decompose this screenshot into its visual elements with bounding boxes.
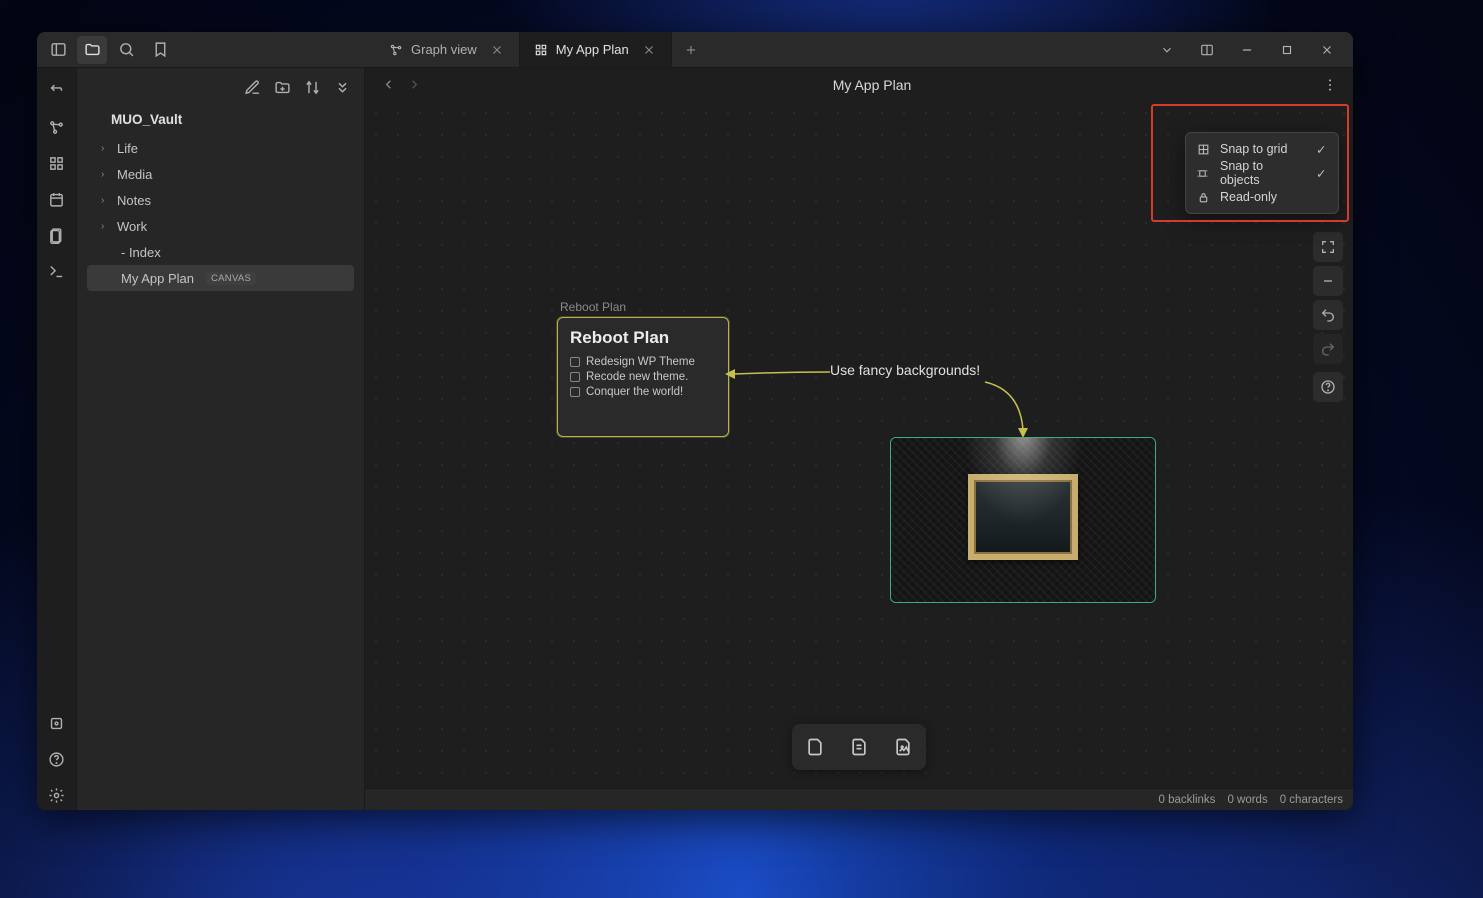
task-item[interactable]: Redesign WP Theme xyxy=(570,356,716,368)
folder-media[interactable]: ›Media xyxy=(87,161,354,187)
canvas-area[interactable]: Reboot Plan Reboot Plan Redesign WP Them… xyxy=(365,102,1353,788)
sidebar-toggle-icon[interactable] xyxy=(43,36,73,64)
folder-notes[interactable]: ›Notes xyxy=(87,187,354,213)
tab-label: Graph view xyxy=(411,42,477,57)
task-item[interactable]: Conquer the world! xyxy=(570,386,716,398)
minimize-button[interactable] xyxy=(1227,32,1267,68)
note-title: Reboot Plan xyxy=(570,328,716,348)
close-icon[interactable] xyxy=(641,42,657,58)
redo-button[interactable] xyxy=(1313,334,1343,364)
new-folder-icon[interactable] xyxy=(268,73,296,101)
canvas-icon[interactable] xyxy=(42,148,72,178)
file-my-app-plan[interactable]: My App Plan CANVAS xyxy=(87,265,354,291)
canvas-tag: CANVAS xyxy=(206,272,256,285)
left-ribbon xyxy=(37,68,77,810)
tab-my-app-plan[interactable]: My App Plan xyxy=(520,32,672,67)
graph-icon[interactable] xyxy=(42,112,72,142)
more-options-button[interactable] xyxy=(1317,72,1343,98)
split-view-icon[interactable] xyxy=(1187,32,1227,68)
close-icon[interactable] xyxy=(489,42,505,58)
file-index[interactable]: - Index xyxy=(87,239,354,265)
canvas-help-button[interactable] xyxy=(1313,372,1343,402)
menu-snap-to-grid[interactable]: Snap to grid ✓ xyxy=(1186,137,1338,161)
add-tab-button[interactable] xyxy=(676,35,706,65)
add-media-button[interactable] xyxy=(886,730,920,764)
task-item[interactable]: Recode new theme. xyxy=(570,371,716,383)
canvas-toolbar xyxy=(792,724,926,770)
add-note-button[interactable] xyxy=(842,730,876,764)
vault-icon[interactable] xyxy=(42,708,72,738)
canvas-image-card[interactable]: art_frame.png xyxy=(890,437,1156,603)
sort-icon[interactable] xyxy=(298,73,326,101)
command-palette-icon[interactable] xyxy=(42,256,72,286)
document-title[interactable]: My App Plan xyxy=(427,77,1317,93)
titlebar: Graph view My App Plan xyxy=(37,32,1353,68)
grid-icon xyxy=(1196,143,1210,156)
bookmark-icon[interactable] xyxy=(145,36,175,64)
folder-work[interactable]: ›Work xyxy=(87,213,354,239)
backlinks-count[interactable]: 0 backlinks xyxy=(1159,794,1216,806)
nav-forward-button[interactable] xyxy=(401,72,427,98)
quick-switcher-icon[interactable] xyxy=(42,76,72,106)
new-note-icon[interactable] xyxy=(238,73,266,101)
undo-button[interactable] xyxy=(1313,300,1343,330)
collapse-icon[interactable] xyxy=(328,73,356,101)
menu-snap-to-objects[interactable]: Snap to objects ✓ xyxy=(1186,161,1338,185)
tab-label: My App Plan xyxy=(556,42,629,57)
check-icon: ✓ xyxy=(1316,142,1328,157)
canvas-options-popup: Snap to grid ✓ Snap to objects ✓ Read-on… xyxy=(1185,132,1339,214)
daily-note-icon[interactable] xyxy=(42,184,72,214)
words-count[interactable]: 0 words xyxy=(1227,794,1267,806)
app-window: Graph view My App Plan xyxy=(37,32,1353,810)
canvas-note-card[interactable]: Reboot Plan Reboot Plan Redesign WP Them… xyxy=(557,317,729,437)
dropdown-icon[interactable] xyxy=(1147,32,1187,68)
tab-graph-view[interactable]: Graph view xyxy=(375,32,520,67)
tab-bar: Graph view My App Plan xyxy=(375,32,1147,67)
add-card-button[interactable] xyxy=(798,730,832,764)
file-explorer: MUO_Vault ›Life ›Media ›Notes ›Work - In… xyxy=(77,68,365,810)
menu-read-only[interactable]: Read-only xyxy=(1186,185,1338,209)
search-icon[interactable] xyxy=(111,36,141,64)
card-label: Reboot Plan xyxy=(560,300,626,314)
folder-life[interactable]: ›Life xyxy=(87,135,354,161)
settings-icon[interactable] xyxy=(42,780,72,810)
canvas-text-card[interactable]: Use fancy backgrounds! xyxy=(830,362,1005,378)
files-icon[interactable] xyxy=(77,36,107,64)
vault-name[interactable]: MUO_Vault xyxy=(77,106,364,135)
check-icon: ✓ xyxy=(1316,166,1328,181)
status-bar: 0 backlinks 0 words 0 characters xyxy=(365,788,1353,810)
main-pane: My App Plan Reboot Plan Reboot Plan Rede… xyxy=(365,68,1353,810)
snap-objects-icon xyxy=(1196,167,1210,180)
nav-back-button[interactable] xyxy=(375,72,401,98)
help-icon[interactable] xyxy=(42,744,72,774)
maximize-button[interactable] xyxy=(1267,32,1307,68)
zoom-out-button[interactable] xyxy=(1313,266,1343,296)
close-button[interactable] xyxy=(1307,32,1347,68)
lock-icon xyxy=(1196,191,1210,204)
characters-count[interactable]: 0 characters xyxy=(1280,794,1343,806)
fullscreen-button[interactable] xyxy=(1313,232,1343,262)
templates-icon[interactable] xyxy=(42,220,72,250)
